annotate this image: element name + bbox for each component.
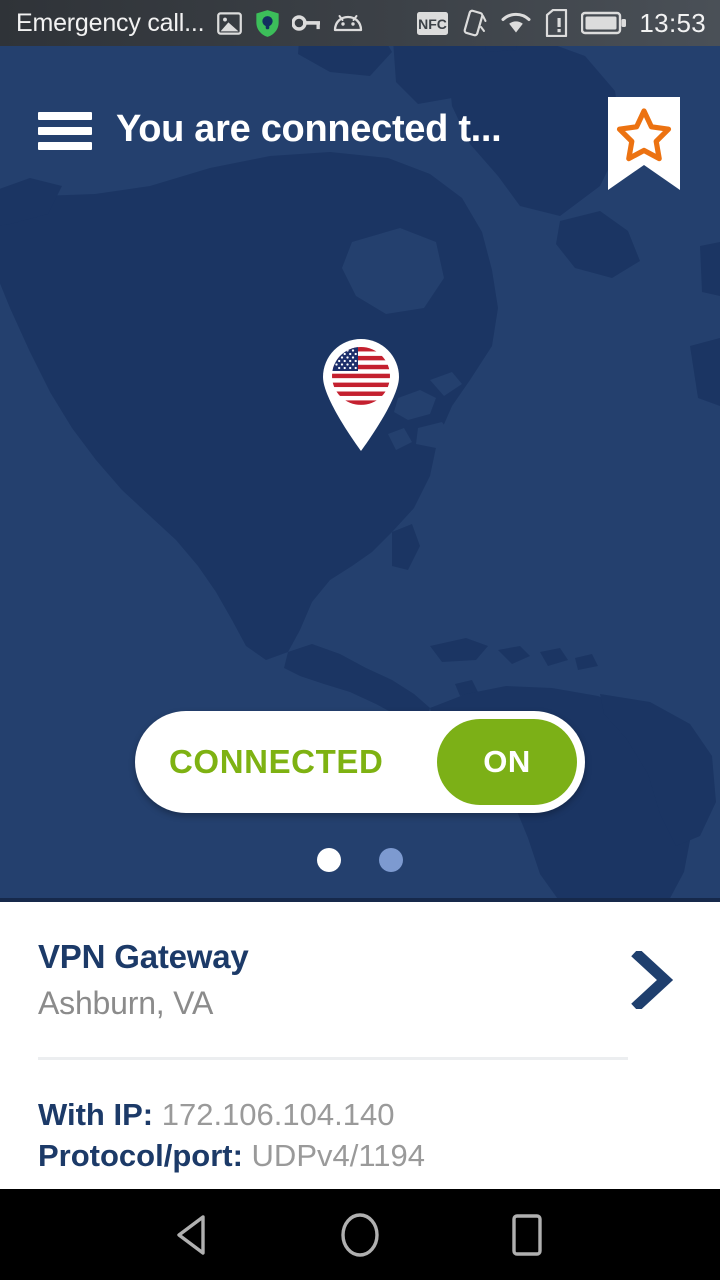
status-bar-clock: 13:53	[639, 7, 706, 38]
connection-status-label: CONNECTED	[169, 743, 384, 780]
wifi-icon	[501, 12, 531, 33]
star-ribbon-icon[interactable]	[608, 97, 680, 190]
detail-row-protocol: Protocol/port: UDPv4/1194	[38, 1135, 682, 1176]
gateway-text-group: VPN Gateway Ashburn, VA	[38, 938, 630, 1022]
android-robot-icon	[334, 14, 363, 31]
back-button[interactable]	[163, 1205, 223, 1265]
detail-value: 172.106.104.140	[161, 1097, 395, 1132]
status-bar-right-icons: NFC	[417, 9, 627, 37]
vpn-gateway-row[interactable]: VPN Gateway Ashburn, VA	[0, 902, 720, 1022]
screenshot-icon	[217, 11, 243, 35]
sim-alert-icon	[546, 9, 568, 37]
svg-text:NFC: NFC	[419, 16, 448, 32]
detail-key: Protocol/port:	[38, 1138, 243, 1174]
detail-value: UDPv4/1194	[251, 1138, 426, 1174]
toggle-knob[interactable]: ON	[437, 719, 577, 805]
page-dot-active[interactable]	[317, 848, 341, 872]
openvpn-shield-icon	[256, 9, 279, 37]
vpn-connection-toggle[interactable]: CONNECTED ON	[135, 711, 585, 813]
phone-screen: Emergency call... NFC 13:53 You are conn…	[0, 0, 720, 1280]
app-bar: You are connected t...	[0, 46, 720, 190]
recents-button[interactable]	[497, 1205, 557, 1265]
battery-icon	[581, 11, 627, 35]
home-button[interactable]	[330, 1205, 390, 1265]
detail-row-ip: With IP: 172.106.104.140	[38, 1094, 682, 1135]
android-navigation-bar	[0, 1189, 720, 1280]
hamburger-bar	[38, 112, 92, 120]
us-flag-map-pin[interactable]	[317, 334, 405, 452]
hamburger-bar	[38, 127, 92, 135]
us-flag	[332, 347, 390, 405]
vpn-key-icon	[292, 15, 321, 31]
connection-details-panel: VPN Gateway Ashburn, VA With IP: 172.106…	[0, 902, 720, 1189]
recents-square-icon	[511, 1213, 542, 1256]
connection-info-list: With IP: 172.106.104.140 Protocol/port: …	[0, 1060, 720, 1176]
hamburger-menu-icon[interactable]	[38, 112, 92, 150]
vibrate-icon	[464, 9, 487, 37]
page-indicator	[0, 848, 720, 872]
status-bar-left-icons	[216, 9, 363, 38]
status-bar: Emergency call... NFC 13:53	[0, 0, 720, 46]
chevron-right-icon[interactable]	[630, 951, 674, 1009]
gateway-title: VPN Gateway	[38, 938, 249, 975]
hamburger-bar	[38, 142, 92, 150]
page-dot-inactive[interactable]	[379, 848, 403, 872]
detail-key: With IP:	[38, 1097, 154, 1132]
back-triangle-icon	[177, 1214, 206, 1255]
nfc-icon: NFC	[417, 11, 449, 35]
status-bar-carrier-text: Emergency call...	[16, 8, 205, 37]
home-circle-icon	[341, 1212, 379, 1257]
gateway-location: Ashburn, VA	[38, 985, 214, 1021]
